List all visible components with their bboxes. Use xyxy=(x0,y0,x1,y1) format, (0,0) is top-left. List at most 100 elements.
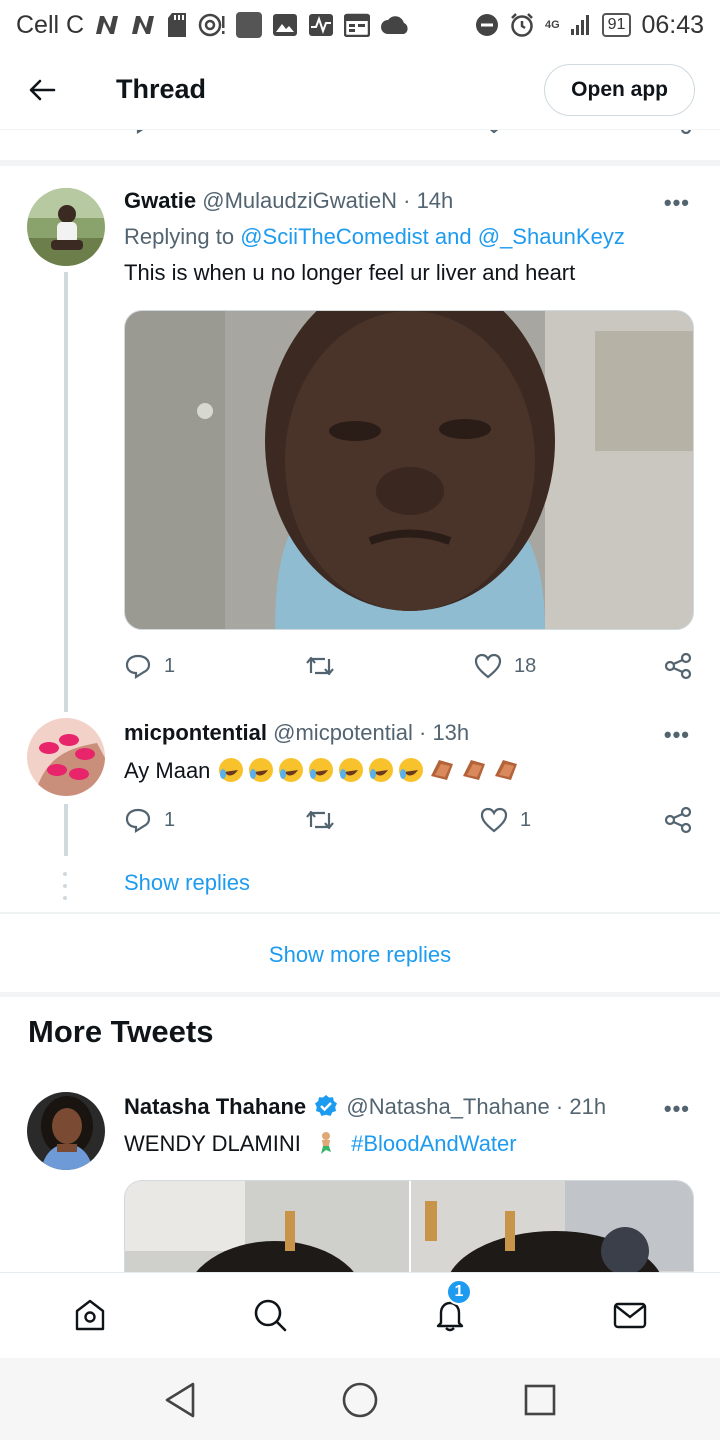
verified-badge-icon xyxy=(315,1095,338,1116)
more-options-icon[interactable]: ••• xyxy=(664,190,690,216)
avatar[interactable] xyxy=(27,718,105,796)
activity-icon xyxy=(308,13,334,37)
carrier-label: Cell C xyxy=(16,10,85,39)
hashtag-link[interactable]: #BloodAndWater xyxy=(351,1131,517,1156)
rofl-emoji-icon xyxy=(308,758,333,782)
arrow-left-icon xyxy=(29,79,56,100)
system-recents-button[interactable] xyxy=(518,1378,562,1422)
like-icon xyxy=(480,807,508,833)
reply-button[interactable]: 1 xyxy=(124,646,175,686)
replying-to-links[interactable]: @SciiTheComedist and @_ShaunKeyz xyxy=(240,224,625,249)
rofl-emoji-icon xyxy=(218,758,243,782)
open-app-button[interactable]: Open app xyxy=(544,63,695,116)
tweet-image[interactable] xyxy=(124,310,694,630)
rofl-emoji-icon xyxy=(278,758,303,782)
show-more-replies-link[interactable]: Show more replies xyxy=(0,918,720,992)
more-options-icon[interactable]: ••• xyxy=(664,1096,690,1122)
nav-messages[interactable] xyxy=(608,1293,652,1337)
battery-indicator: 91 xyxy=(601,13,632,37)
n-notification-icon xyxy=(130,14,156,36)
author-handle[interactable]: @Natasha_Thahane xyxy=(346,1094,549,1119)
nav-home[interactable] xyxy=(68,1293,112,1337)
mermaid-emoji-icon xyxy=(320,1132,331,1154)
avatar[interactable] xyxy=(27,188,105,266)
circle-home-icon xyxy=(342,1382,378,1418)
share-button[interactable] xyxy=(664,800,692,840)
like-count: 18 xyxy=(514,654,537,677)
status-bar: Cell C 4G 91 06:43 xyxy=(0,0,720,50)
divider xyxy=(0,992,720,997)
like-icon xyxy=(474,653,502,679)
like-button[interactable]: 18 xyxy=(474,646,536,686)
square-recents-icon xyxy=(524,1384,556,1416)
tweet[interactable]: Gwatie @MulaudziGwatieN · 14h ••• Replyi… xyxy=(0,166,720,712)
system-home-button[interactable] xyxy=(338,1378,382,1422)
thread-line xyxy=(64,804,68,856)
avatar[interactable] xyxy=(27,1092,105,1170)
reply-icon xyxy=(125,808,151,833)
mail-icon xyxy=(613,1302,647,1329)
retweet-icon xyxy=(306,810,334,830)
tweet-text: WENDY DLAMINI xyxy=(124,1131,301,1156)
more-options-icon[interactable]: ••• xyxy=(664,722,690,748)
page-title: Thread xyxy=(116,74,207,104)
tweet-time[interactable]: · 14h xyxy=(403,188,453,213)
thread-dots xyxy=(63,872,69,908)
retweet-button[interactable] xyxy=(304,800,348,840)
signal-bars-icon xyxy=(570,14,592,36)
replying-prefix: Replying to xyxy=(124,224,241,249)
reply-icon xyxy=(125,654,151,679)
alarm-icon xyxy=(509,12,535,38)
coffin-emoji-icon xyxy=(462,760,485,780)
nav-notifications[interactable]: 1 xyxy=(428,1279,472,1337)
sd-card-icon xyxy=(166,12,188,38)
rofl-emoji-icon xyxy=(398,758,423,782)
calendar-icon xyxy=(344,13,371,37)
signal-icon: 4G xyxy=(545,20,560,31)
retweet-icon xyxy=(306,656,334,676)
retweet-button[interactable] xyxy=(304,646,348,686)
tweet-header: Natasha Thahane @Natasha_Thahane · 21h xyxy=(124,1094,606,1120)
author-name[interactable]: Natasha Thahane xyxy=(124,1094,306,1119)
replying-to: Replying to @SciiTheComedist and @_Shaun… xyxy=(124,224,625,250)
author-name[interactable]: micpontential xyxy=(124,720,267,745)
cloud-icon xyxy=(380,14,410,36)
emoji-sequence xyxy=(217,756,521,784)
notification-badge: 1 xyxy=(446,1279,472,1305)
tweet-actions: 1 18 xyxy=(124,646,694,686)
coffin-emoji-icon xyxy=(430,760,453,780)
share-icon xyxy=(664,652,692,680)
rofl-emoji-icon xyxy=(368,758,393,782)
author-handle[interactable]: @micpotential xyxy=(273,720,413,745)
more-tweets-heading: More Tweets xyxy=(28,1014,214,1049)
author-name[interactable]: Gwatie xyxy=(124,188,196,213)
reply-count: 1 xyxy=(164,808,176,831)
app-header: Thread Open app xyxy=(0,50,720,130)
author-handle[interactable]: @MulaudziGwatieN xyxy=(202,188,397,213)
rofl-emoji-icon xyxy=(248,758,273,782)
divider xyxy=(0,912,720,914)
share-button[interactable] xyxy=(664,646,692,686)
like-button[interactable]: 1 xyxy=(480,800,531,840)
reply-button[interactable]: 1 xyxy=(124,800,175,840)
photo-man-face xyxy=(125,311,693,629)
tweet-image[interactable] xyxy=(124,1180,694,1280)
tweet[interactable]: micpontential @micpotential · 13h ••• Ay… xyxy=(0,706,720,916)
search-icon xyxy=(254,1299,287,1332)
hotspot-icon xyxy=(198,12,226,38)
tweet[interactable]: Natasha Thahane @Natasha_Thahane · 21h •… xyxy=(0,1080,720,1280)
system-back-button[interactable] xyxy=(158,1378,202,1422)
tweet-time[interactable]: · 13h xyxy=(419,720,469,745)
tweet-header: micpontential @micpotential · 13h xyxy=(124,720,469,746)
back-button[interactable] xyxy=(0,50,84,130)
tweet-text: This is when u no longer feel ur liver a… xyxy=(124,260,576,285)
share-icon xyxy=(664,806,692,834)
dnd-icon xyxy=(475,13,499,37)
tweet-header: Gwatie @MulaudziGwatieN · 14h xyxy=(124,188,453,214)
show-replies-link[interactable]: Show replies xyxy=(124,870,250,896)
app-notification-icon xyxy=(236,12,263,38)
triangle-back-icon xyxy=(165,1382,195,1418)
tweet-time[interactable]: · 21h xyxy=(556,1094,606,1119)
tweet-text-row: WENDY DLAMINI #BloodAndWater xyxy=(124,1130,517,1157)
nav-explore[interactable] xyxy=(248,1293,292,1337)
